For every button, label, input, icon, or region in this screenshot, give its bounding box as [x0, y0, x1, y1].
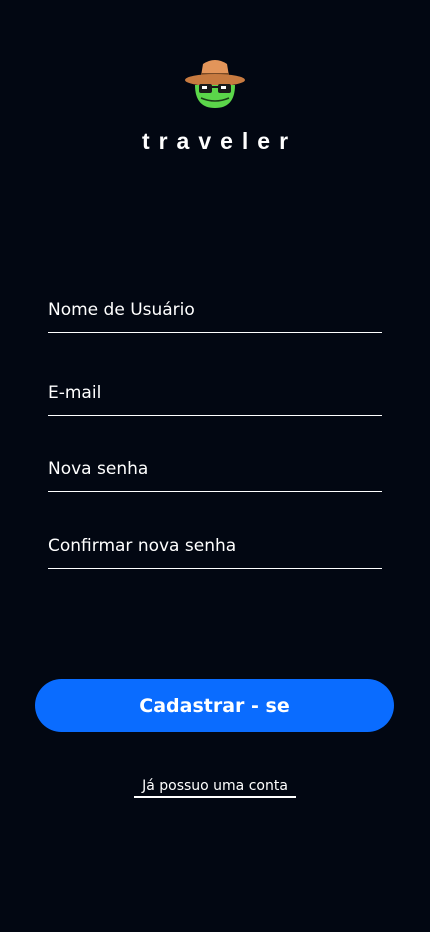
- existing-account-container: Já possuo uma conta: [0, 775, 430, 798]
- confirm-password-input[interactable]: [48, 536, 382, 568]
- app-brand-name: traveler: [141, 128, 298, 154]
- username-field[interactable]: [48, 290, 382, 333]
- frog-with-hat-icon: [185, 60, 245, 108]
- email-field[interactable]: [48, 372, 382, 416]
- existing-account-link[interactable]: Já possuo uma conta: [134, 778, 296, 798]
- username-input[interactable]: [48, 300, 382, 332]
- new-password-input[interactable]: [48, 459, 382, 491]
- new-password-field[interactable]: [48, 452, 382, 492]
- confirm-password-field[interactable]: [48, 527, 382, 569]
- register-button[interactable]: Cadastrar - se: [35, 679, 394, 732]
- email-input[interactable]: [48, 383, 382, 415]
